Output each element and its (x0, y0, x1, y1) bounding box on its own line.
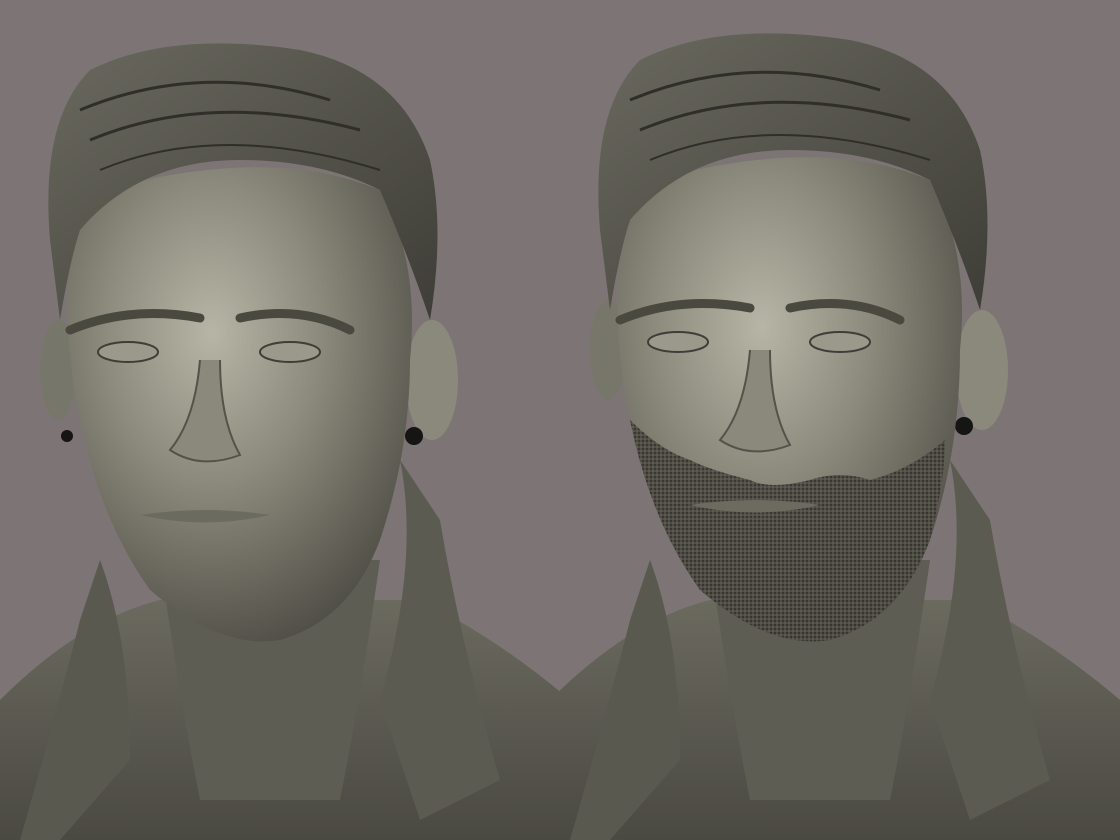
ear-right (956, 310, 1008, 430)
viewport (0, 0, 1120, 840)
eye-left (97, 341, 159, 363)
ear-right (406, 320, 458, 440)
sculpt-bust-bearded (550, 0, 1120, 840)
eye-right (259, 341, 321, 363)
sculpt-bust-clean-shaven (0, 0, 570, 840)
eye-right (809, 331, 871, 353)
earring-icon (955, 417, 973, 435)
earring-icon (405, 427, 423, 445)
face (66, 167, 413, 642)
eye-left (647, 331, 709, 353)
